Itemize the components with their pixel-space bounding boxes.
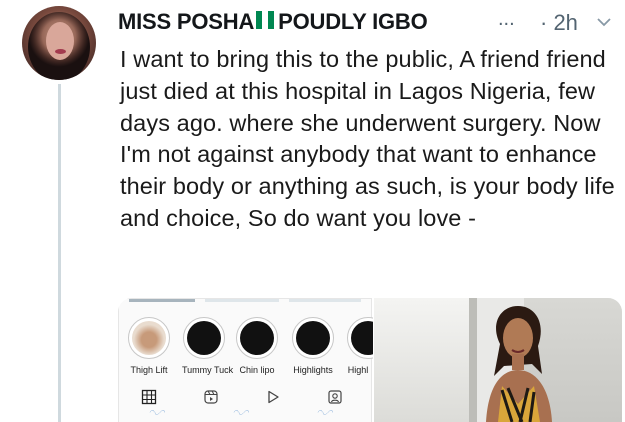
author-name-suffix: POUDLY IGBO — [278, 9, 428, 34]
photo-window-left — [374, 298, 469, 422]
top-tab-divider — [289, 299, 361, 302]
top-tab-divider — [205, 299, 279, 302]
media-image-instagram-screenshot[interactable]: Thigh Lift Tummy Tuck Chin lipo Highligh… — [118, 298, 373, 422]
top-tab-indicator — [129, 299, 195, 302]
highlight-item[interactable]: Highl — [343, 317, 373, 375]
author-name-text: MISS POSHA — [118, 9, 255, 34]
avatar-face — [46, 22, 74, 60]
highlight-item[interactable]: Highlights — [291, 317, 335, 375]
highlight-item[interactable]: Tummy Tuck — [182, 317, 234, 375]
play-icon[interactable] — [265, 389, 281, 405]
highlight-label: Thigh Lift — [130, 365, 168, 375]
avatar[interactable] — [22, 6, 96, 80]
thread-line — [58, 84, 61, 422]
grid-icon[interactable] — [141, 389, 157, 405]
timestamp[interactable]: · 2h — [540, 10, 578, 36]
nigeria-flag-icon — [256, 11, 276, 29]
author-name[interactable]: MISS POSHA POUDLY IGBO — [118, 9, 428, 35]
tweet-text: I want to bring this to the public, A fr… — [120, 46, 615, 231]
name-truncation: ... — [498, 8, 515, 30]
avatar-lips — [55, 49, 66, 54]
highlight-label: Chin lipo — [239, 365, 275, 375]
highlight-label: Tummy Tuck — [182, 365, 234, 375]
highlight-label: Highlights — [293, 365, 333, 375]
tweet-media[interactable]: Thigh Lift Tummy Tuck Chin lipo Highligh… — [118, 298, 622, 422]
post-thumbnail-logo: ◠◡◠ — [233, 410, 249, 416]
tagged-icon[interactable] — [327, 389, 343, 405]
profile-tab-bar — [119, 389, 371, 407]
reels-icon[interactable] — [203, 389, 219, 405]
post-thumbnail-logo: ◠◡◠ — [317, 410, 333, 416]
highlight-label: Highl — [347, 365, 369, 375]
media-image-photo[interactable] — [374, 298, 622, 422]
chevron-down-icon[interactable] — [596, 14, 612, 30]
woman-figure — [486, 306, 552, 422]
highlight-item[interactable]: Chin lipo — [235, 317, 279, 375]
post-thumbnail-logo: ◠◡◠ — [149, 410, 165, 416]
highlight-item[interactable]: Thigh Lift — [127, 317, 171, 375]
